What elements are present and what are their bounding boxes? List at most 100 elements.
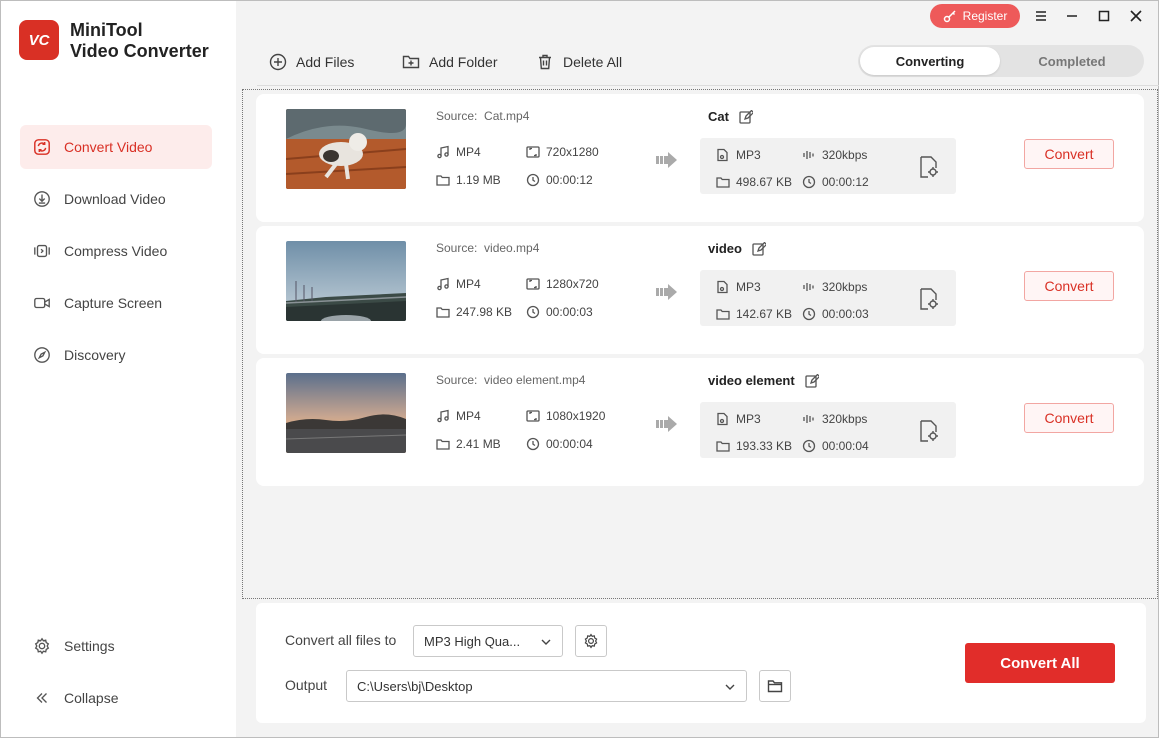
output-name-label: Cat bbox=[708, 109, 729, 124]
app-title-line2: Video Converter bbox=[70, 41, 209, 61]
resolution-value: 1080x1920 bbox=[546, 409, 606, 423]
source-name: Cat.mp4 bbox=[484, 109, 530, 123]
output-format: MP3 bbox=[716, 280, 761, 294]
video-thumbnail[interactable] bbox=[286, 241, 406, 321]
source-resolution: 1280x720 bbox=[526, 277, 599, 291]
sidebar-item-discovery[interactable]: Discovery bbox=[20, 333, 212, 377]
convert-all-to-label: Convert all files to bbox=[285, 632, 397, 648]
add-folder-label: Add Folder bbox=[429, 54, 498, 70]
source-filename: Source: Cat.mp4 bbox=[436, 109, 529, 123]
app-window: VC MiniTool Video Converter Convert Vide… bbox=[0, 0, 1159, 738]
output-bitrate-value: 320kbps bbox=[822, 412, 868, 426]
maximize-icon bbox=[1098, 10, 1110, 22]
audio-file-icon bbox=[717, 280, 728, 294]
convert-button[interactable]: Convert bbox=[1024, 403, 1114, 433]
edit-icon[interactable] bbox=[752, 241, 766, 256]
source-filename: Source: video.mp4 bbox=[436, 241, 539, 255]
edit-icon[interactable] bbox=[739, 109, 753, 124]
output-bitrate: 320kbps bbox=[802, 412, 867, 426]
download-icon bbox=[32, 189, 52, 209]
source-format: MP4 bbox=[436, 277, 481, 291]
output-format-value: MP3 bbox=[736, 280, 761, 294]
sidebar-item-collapse[interactable]: Collapse bbox=[20, 676, 212, 720]
video-thumbnail[interactable] bbox=[286, 109, 406, 189]
minimize-button[interactable] bbox=[1061, 5, 1083, 27]
format-value: MP4 bbox=[456, 409, 481, 423]
file-settings-icon[interactable] bbox=[918, 287, 940, 311]
sidebar-item-label: Discovery bbox=[64, 347, 126, 363]
output-bitrate: 320kbps bbox=[802, 148, 867, 162]
source-format: MP4 bbox=[436, 145, 481, 159]
sidebar-item-label: Compress Video bbox=[64, 243, 168, 259]
app-logo: VC bbox=[19, 20, 59, 60]
arrow-right-icon bbox=[656, 152, 677, 168]
waveform-icon bbox=[803, 415, 814, 423]
output-format-select[interactable]: MP3 High Qua... bbox=[413, 625, 563, 657]
sidebar-item-capture-screen[interactable]: Capture Screen bbox=[20, 281, 212, 325]
convert-all-button[interactable]: Convert All bbox=[965, 643, 1115, 683]
output-format: MP3 bbox=[716, 412, 761, 426]
duration-value: 00:00:12 bbox=[546, 173, 593, 187]
app-title: MiniTool Video Converter bbox=[70, 20, 209, 62]
output-settings[interactable]: MP3 320kbps 498.67 KB 00:00:12 bbox=[700, 138, 956, 194]
sidebar-item-download-video[interactable]: Download Video bbox=[20, 177, 212, 221]
file-settings-icon[interactable] bbox=[918, 155, 940, 179]
maximize-button[interactable] bbox=[1093, 5, 1115, 27]
close-button[interactable] bbox=[1125, 5, 1147, 27]
output-label: Output bbox=[285, 677, 328, 693]
convert-button[interactable]: Convert bbox=[1024, 139, 1114, 169]
delete-all-button[interactable]: Delete All bbox=[536, 51, 622, 73]
sidebar-item-compress-video[interactable]: Compress Video bbox=[20, 229, 212, 273]
output-name: video bbox=[708, 241, 766, 256]
sidebar-item-settings[interactable]: Settings bbox=[20, 624, 212, 668]
output-bitrate-value: 320kbps bbox=[822, 148, 868, 162]
output-size-value: 498.67 KB bbox=[736, 175, 793, 189]
add-folder-button[interactable]: Add Folder bbox=[402, 51, 497, 73]
output-duration-value: 00:00:04 bbox=[822, 439, 869, 453]
resolution-value: 1280x720 bbox=[546, 277, 599, 291]
tab-completed[interactable]: Completed bbox=[1002, 47, 1142, 75]
output-bitrate-value: 320kbps bbox=[822, 280, 868, 294]
size-value: 1.19 MB bbox=[456, 173, 501, 187]
menu-button[interactable] bbox=[1030, 5, 1052, 27]
resolution-icon bbox=[526, 410, 540, 422]
output-path-select[interactable]: C:\Users\bj\Desktop bbox=[346, 670, 747, 702]
video-thumbnail[interactable] bbox=[286, 373, 406, 453]
trash-icon bbox=[539, 54, 551, 70]
resolution-icon bbox=[526, 146, 540, 158]
format-settings-button[interactable] bbox=[575, 625, 607, 657]
file-settings-icon[interactable] bbox=[918, 419, 940, 443]
output-size-value: 193.33 KB bbox=[736, 439, 793, 453]
output-settings[interactable]: MP3 320kbps 142.67 KB 00:00:03 bbox=[700, 270, 956, 326]
sidebar-item-label: Convert Video bbox=[64, 139, 153, 155]
edit-icon[interactable] bbox=[805, 373, 819, 388]
source-label: Source: bbox=[436, 109, 478, 123]
audio-file-icon bbox=[717, 148, 728, 162]
minimize-icon bbox=[1067, 15, 1077, 17]
music-note-icon bbox=[437, 145, 449, 159]
bottom-panel: Convert all files to MP3 High Qua... Out… bbox=[256, 603, 1146, 723]
browse-folder-button[interactable] bbox=[759, 670, 791, 702]
output-duration: 00:00:12 bbox=[802, 175, 869, 189]
folder-icon bbox=[436, 175, 450, 186]
output-format-value: MP3 bbox=[736, 412, 761, 426]
convert-button[interactable]: Convert bbox=[1024, 271, 1114, 301]
source-name: video element.mp4 bbox=[484, 373, 586, 387]
add-files-button[interactable]: Add Files bbox=[269, 51, 354, 73]
tab-converting[interactable]: Converting bbox=[860, 47, 1000, 75]
sidebar-item-label: Capture Screen bbox=[64, 295, 163, 311]
file-card: Source: video element.mp4 MP4 1080x1920 … bbox=[256, 358, 1144, 486]
waveform-icon bbox=[803, 151, 814, 159]
output-name-label: video bbox=[708, 241, 742, 256]
sidebar-item-label: Download Video bbox=[64, 191, 166, 207]
sidebar-item-convert-video[interactable]: Convert Video bbox=[20, 125, 212, 169]
format-value: MP4 bbox=[456, 145, 481, 159]
key-icon bbox=[943, 10, 956, 23]
add-folder-icon bbox=[402, 55, 420, 69]
output-settings[interactable]: MP3 320kbps 193.33 KB 00:00:04 bbox=[700, 402, 956, 458]
arrow-right-icon bbox=[656, 284, 677, 300]
source-duration: 00:00:04 bbox=[526, 437, 593, 451]
register-button[interactable]: Register bbox=[930, 4, 1020, 28]
chevron-down-icon bbox=[541, 639, 551, 645]
resolution-value: 720x1280 bbox=[546, 145, 599, 159]
